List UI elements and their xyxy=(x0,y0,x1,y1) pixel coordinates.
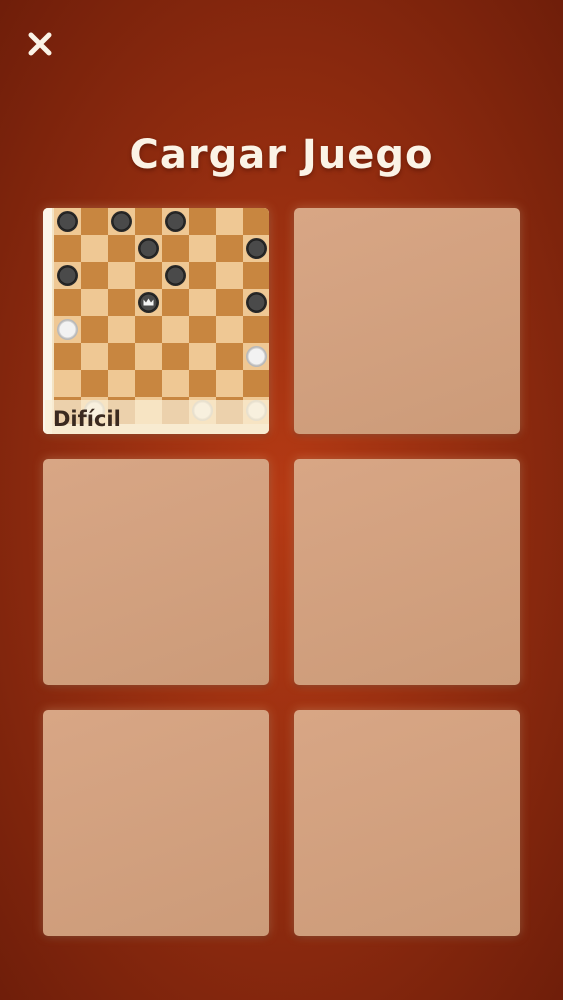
board-square xyxy=(162,343,189,370)
board-square xyxy=(216,262,243,289)
board-square xyxy=(216,316,243,343)
save-slot-3[interactable] xyxy=(43,459,269,685)
white-piece xyxy=(246,346,267,367)
board-square xyxy=(81,262,108,289)
board-square xyxy=(108,343,135,370)
board-square xyxy=(135,208,162,235)
board-square xyxy=(189,262,216,289)
board-square xyxy=(135,262,162,289)
board-square xyxy=(135,370,162,397)
board-square xyxy=(216,343,243,370)
board-square xyxy=(162,235,189,262)
white-piece xyxy=(57,319,78,340)
board-square xyxy=(243,370,269,397)
difficulty-label: Difícil xyxy=(53,407,121,431)
board-square xyxy=(108,289,135,316)
save-slot-6[interactable] xyxy=(294,710,520,936)
board-square xyxy=(108,262,135,289)
board-square xyxy=(189,289,216,316)
black-piece xyxy=(57,265,78,286)
black-piece xyxy=(246,292,267,313)
black-piece xyxy=(246,238,267,259)
black-piece xyxy=(165,211,186,232)
difficulty-bar: Difícil xyxy=(45,400,269,434)
close-icon xyxy=(28,32,52,56)
board-square xyxy=(81,235,108,262)
board-square xyxy=(162,370,189,397)
board-square xyxy=(108,370,135,397)
board-square xyxy=(189,343,216,370)
board-square xyxy=(135,316,162,343)
board-square xyxy=(162,316,189,343)
board-square xyxy=(243,316,269,343)
board-square xyxy=(216,208,243,235)
save-slot-2[interactable] xyxy=(294,208,520,434)
save-slot-5[interactable] xyxy=(43,710,269,936)
board-square xyxy=(108,316,135,343)
black-piece xyxy=(165,265,186,286)
board-square xyxy=(162,289,189,316)
board-square xyxy=(81,289,108,316)
board-square xyxy=(108,235,135,262)
board-square xyxy=(81,370,108,397)
board-square xyxy=(189,316,216,343)
black-piece xyxy=(138,238,159,259)
board-square xyxy=(81,343,108,370)
board-square xyxy=(216,370,243,397)
board-square xyxy=(81,316,108,343)
board-square xyxy=(54,289,81,316)
board-square xyxy=(54,343,81,370)
black-piece xyxy=(57,211,78,232)
save-slot-4[interactable] xyxy=(294,459,520,685)
board-square xyxy=(54,370,81,397)
board-square xyxy=(216,289,243,316)
board-square xyxy=(81,208,108,235)
black-piece xyxy=(111,211,132,232)
board-square xyxy=(189,208,216,235)
board-square xyxy=(243,262,269,289)
board-square xyxy=(216,235,243,262)
board-square xyxy=(135,343,162,370)
board-square xyxy=(54,235,81,262)
board-square xyxy=(189,235,216,262)
save-slot-1[interactable]: Difícil xyxy=(43,208,269,434)
page-title: Cargar Juego xyxy=(129,132,434,178)
board-square xyxy=(189,370,216,397)
close-button[interactable] xyxy=(24,28,56,60)
board-square xyxy=(243,208,269,235)
black-king-piece xyxy=(138,292,159,313)
